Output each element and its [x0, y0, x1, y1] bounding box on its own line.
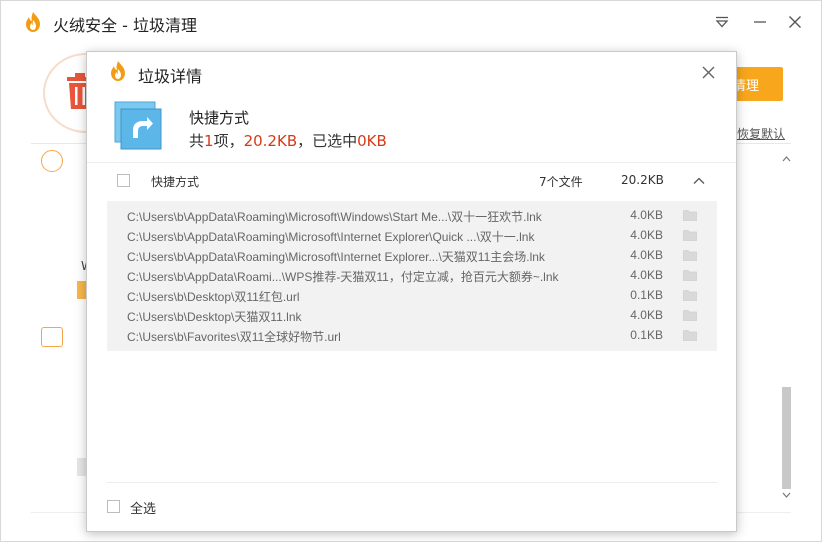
minimize-icon[interactable]	[749, 11, 771, 33]
group-checkbox[interactable]	[117, 174, 130, 187]
file-size: 0.1KB	[630, 288, 663, 302]
scroll-down-icon[interactable]	[782, 491, 791, 499]
divider	[87, 162, 736, 163]
restore-default-link[interactable]: 恢复默认	[737, 125, 785, 142]
category-name: 快捷方式	[189, 109, 250, 127]
file-path: C:\Users\b\AppData\Roami...\WPS推荐-天猫双11，…	[127, 270, 559, 284]
file-row[interactable]: C:\Users\b\AppData\Roaming\Microsoft\Int…	[107, 245, 717, 265]
file-size: 4.0KB	[630, 268, 663, 282]
dialog-title: 垃圾详情	[138, 67, 203, 86]
group-row: 快捷方式 7个文件 20.2KB	[87, 167, 736, 195]
summary-mid-2: ，已选中	[297, 132, 358, 150]
group-size: 20.2KB	[621, 173, 664, 187]
selected-size: 0KB	[357, 132, 387, 150]
item-count: 1	[204, 132, 214, 150]
select-all-checkbox[interactable]	[107, 500, 120, 513]
file-row[interactable]: C:\Users\b\AppData\Roaming\Microsoft\Int…	[107, 225, 717, 245]
huorong-logo-icon	[111, 61, 125, 81]
app-titlebar: 火绒安全 - 垃圾清理	[1, 1, 821, 43]
total-size: 20.2KB	[243, 132, 298, 150]
open-folder-icon[interactable]	[683, 229, 697, 241]
shortcut-icon	[114, 101, 162, 150]
file-size: 4.0KB	[630, 308, 663, 322]
close-dialog-icon[interactable]	[698, 62, 718, 82]
junk-detail-dialog: 垃圾详情 快捷方式 共1项，20.2KB，已选中0KB 快捷方式 7个文件 20…	[86, 51, 737, 532]
file-row[interactable]: C:\Users\b\AppData\Roami...\WPS推荐-天猫双11，…	[107, 265, 717, 285]
file-path: C:\Users\b\AppData\Roaming\Microsoft\Win…	[127, 210, 542, 224]
open-folder-icon[interactable]	[683, 269, 697, 281]
file-size: 4.0KB	[630, 228, 663, 242]
file-row[interactable]: C:\Users\b\AppData\Roaming\Microsoft\Win…	[107, 205, 717, 225]
file-size: 4.0KB	[630, 248, 663, 262]
item-category-icon	[41, 327, 63, 347]
collapse-chevron-up-icon[interactable]	[692, 174, 706, 188]
app-title: 火绒安全 - 垃圾清理	[53, 16, 197, 35]
scroll-up-icon[interactable]	[782, 155, 791, 163]
file-size: 0.1KB	[630, 328, 663, 342]
category-summary: 共1项，20.2KB，已选中0KB	[189, 130, 387, 151]
file-path: C:\Users\b\AppData\Roaming\Microsoft\Int…	[127, 250, 545, 264]
select-all-label[interactable]: 全选	[130, 498, 156, 517]
file-row[interactable]: C:\Users\b\Desktop\双11红包.url 0.1KB	[107, 285, 717, 305]
file-size: 4.0KB	[630, 208, 663, 222]
group-file-count: 7个文件	[539, 175, 583, 189]
huorong-logo-icon	[26, 12, 40, 32]
file-path: C:\Users\b\AppData\Roaming\Microsoft\Int…	[127, 230, 535, 244]
group-label: 快捷方式	[151, 175, 200, 189]
file-path: C:\Users\b\Favorites\双11全球好物节.url	[127, 330, 341, 344]
scrollbar-thumb[interactable]	[782, 387, 791, 489]
open-folder-icon[interactable]	[683, 309, 697, 321]
divider	[107, 482, 717, 483]
open-folder-icon[interactable]	[683, 289, 697, 301]
open-folder-icon[interactable]	[683, 329, 697, 341]
file-row[interactable]: C:\Users\b\Desktop\天猫双11.lnk 4.0KB	[107, 305, 717, 325]
file-path: C:\Users\b\Desktop\双11红包.url	[127, 290, 300, 304]
open-folder-icon[interactable]	[683, 249, 697, 261]
close-window-icon[interactable]	[784, 11, 806, 33]
file-list: C:\Users\b\AppData\Roaming\Microsoft\Win…	[107, 201, 717, 351]
file-path: C:\Users\b\Desktop\天猫双11.lnk	[127, 310, 302, 324]
open-folder-icon[interactable]	[683, 209, 697, 221]
item-status-icon	[41, 150, 63, 172]
summary-prefix: 共	[189, 132, 205, 150]
menu-icon[interactable]	[711, 11, 733, 33]
file-row[interactable]: C:\Users\b\Favorites\双11全球好物节.url 0.1KB	[107, 325, 717, 345]
summary-mid-1: 项，	[213, 132, 244, 150]
